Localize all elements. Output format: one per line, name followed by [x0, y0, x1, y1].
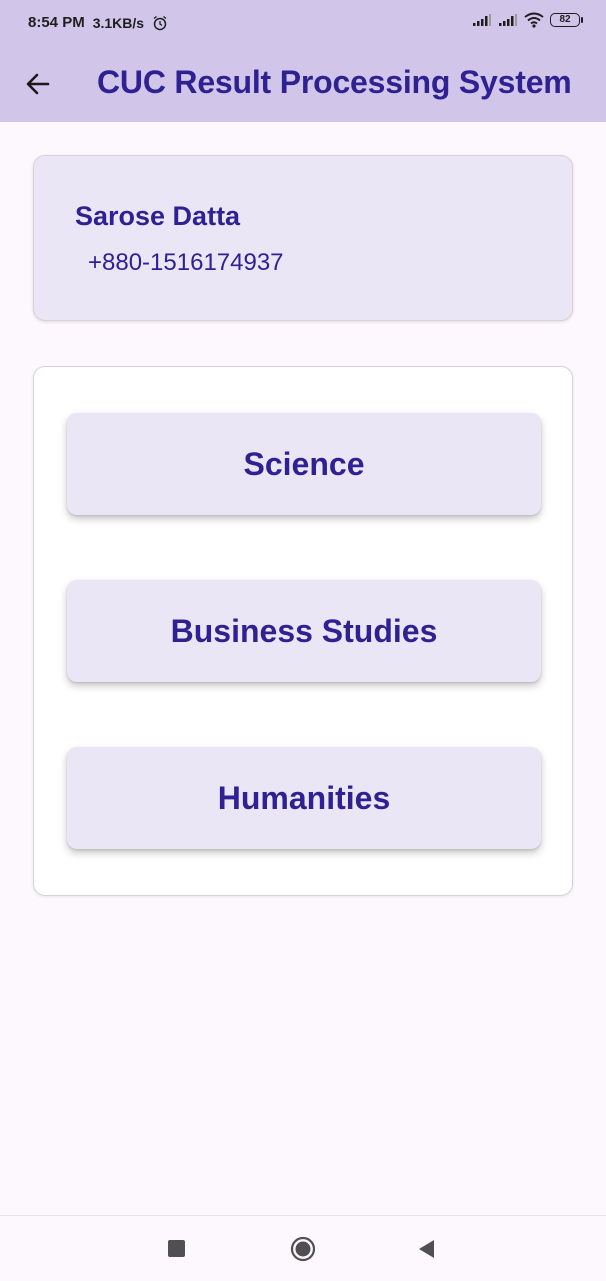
business-studies-button[interactable]: Business Studies — [67, 580, 541, 682]
status-bar: 8:54 PM 3.1KB/s 82 — [0, 0, 606, 46]
humanities-button[interactable]: Humanities — [67, 747, 541, 849]
wifi-icon — [524, 12, 544, 28]
battery-level: 82 — [559, 14, 571, 25]
profile-card: Sarose Datta +880-1516174937 — [33, 155, 573, 321]
app-header: 8:54 PM 3.1KB/s 82 CUC Result Processing… — [0, 0, 606, 122]
user-phone: +880-1516174937 — [88, 249, 284, 276]
arrow-left-icon[interactable] — [24, 70, 52, 98]
recent-apps-icon[interactable] — [168, 1240, 185, 1257]
signal-icon — [473, 14, 491, 26]
network-speed: 3.1KB/s — [92, 14, 145, 31]
alarm-icon — [153, 15, 167, 30]
science-button[interactable]: Science — [67, 413, 541, 515]
status-time: 8:54 PM — [28, 14, 85, 31]
back-triangle-icon[interactable] — [416, 1238, 436, 1260]
system-nav-bar — [0, 1215, 606, 1281]
battery-icon: 82 — [550, 13, 583, 27]
page-title: CUC Result Processing System — [97, 64, 572, 100]
department-card: Science Business Studies Humanities — [33, 366, 573, 896]
signal-icon — [499, 14, 517, 26]
user-name: Sarose Datta — [75, 201, 241, 231]
app-bar: CUC Result Processing System — [0, 46, 606, 122]
home-icon[interactable] — [290, 1236, 316, 1262]
